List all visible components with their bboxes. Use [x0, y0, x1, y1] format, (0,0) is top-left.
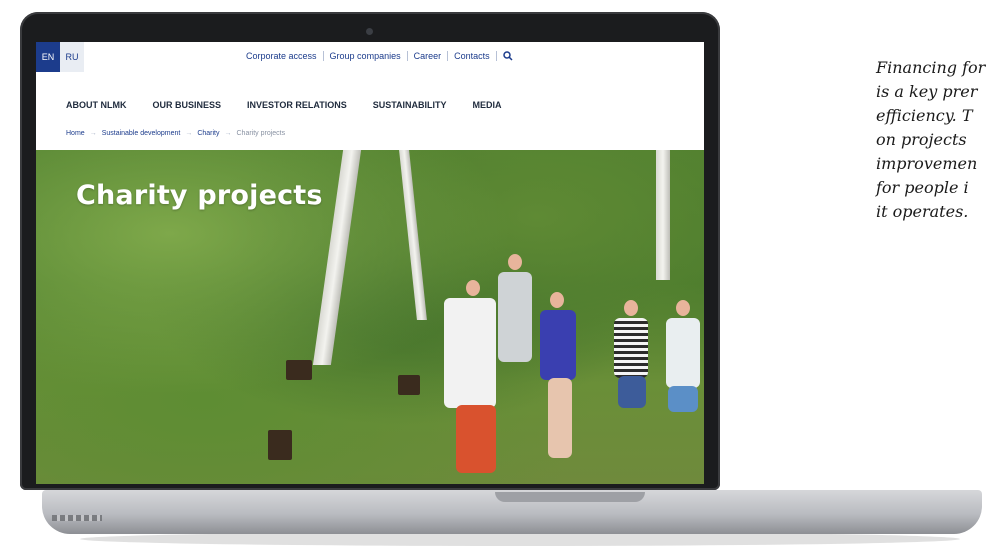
nav-about-nlmk[interactable]: ABOUT NLMK — [66, 100, 127, 110]
nav-investor-relations[interactable]: INVESTOR RELATIONS — [247, 100, 347, 110]
laptop-shadow — [80, 532, 960, 546]
quote-line: is a key prer — [876, 82, 978, 101]
tree-stump — [286, 360, 312, 380]
breadcrumb-arrow-icon: → — [185, 130, 193, 137]
page-title: Charity projects — [76, 180, 323, 211]
breadcrumb-arrow-icon: → — [224, 130, 232, 137]
person-purple-shirt — [540, 310, 576, 380]
quote-line: Financing for — [876, 58, 986, 77]
person-red-shorts — [456, 405, 496, 473]
breadcrumb-charity[interactable]: Charity — [197, 130, 219, 137]
laptop-hinge-notch — [495, 492, 645, 502]
person-legs — [548, 378, 572, 458]
nav-media[interactable]: MEDIA — [473, 100, 502, 110]
person-head — [550, 292, 564, 308]
person-gray-shirt — [498, 272, 532, 362]
nav-sustainability[interactable]: SUSTAINABILITY — [373, 100, 447, 110]
lang-ru-button[interactable]: RU — [60, 42, 84, 72]
breadcrumb-current: Charity projects — [236, 130, 286, 137]
quote-line: efficiency. T — [876, 106, 973, 125]
quote-line: improvemen — [876, 154, 978, 173]
breadcrumb-arrow-icon: → — [89, 130, 97, 137]
corporate-access-link[interactable]: Corporate access — [240, 51, 323, 61]
search-icon[interactable] — [502, 51, 513, 61]
person-blue-shorts — [668, 386, 698, 412]
breadcrumb-sustainable-development[interactable]: Sustainable development — [102, 130, 181, 137]
lang-en-button[interactable]: EN — [36, 42, 60, 72]
laptop-ports — [52, 515, 102, 521]
tree-stump — [268, 430, 292, 460]
birch-trunk — [399, 150, 427, 320]
laptop-lid: EN RU Corporate access Group companies C… — [20, 12, 720, 490]
career-link[interactable]: Career — [408, 51, 448, 61]
hero-banner: Charity projects — [36, 150, 704, 484]
breadcrumb-home[interactable]: Home — [66, 130, 85, 137]
main-nav: ABOUT NLMK OUR BUSINESS INVESTOR RELATIO… — [66, 100, 502, 110]
quote-text: Financing for is a key prer efficiency. … — [876, 56, 990, 224]
person-head — [624, 300, 638, 316]
utility-nav: Corporate access Group companies Career … — [240, 51, 513, 61]
breadcrumb: Home → Sustainable development → Charity… — [66, 130, 285, 137]
camera-icon — [366, 28, 373, 35]
divider — [495, 51, 497, 61]
contacts-link[interactable]: Contacts — [448, 51, 496, 61]
person-white-shirt — [444, 298, 496, 408]
laptop-screen: EN RU Corporate access Group companies C… — [36, 42, 704, 484]
person-jeans — [618, 376, 646, 408]
person-head — [466, 280, 480, 296]
quote-line: on projects — [876, 130, 967, 149]
person-head — [508, 254, 522, 270]
group-companies-link[interactable]: Group companies — [324, 51, 407, 61]
person-striped-shirt — [614, 318, 648, 378]
person-light-shirt — [666, 318, 700, 388]
tree-stump — [398, 375, 420, 395]
quote-line: for people i — [876, 178, 969, 197]
person-head — [676, 300, 690, 316]
quote-line: it operates. — [876, 202, 969, 221]
nav-our-business[interactable]: OUR BUSINESS — [153, 100, 222, 110]
language-switch: EN RU — [36, 42, 84, 72]
birch-trunk — [656, 150, 670, 280]
